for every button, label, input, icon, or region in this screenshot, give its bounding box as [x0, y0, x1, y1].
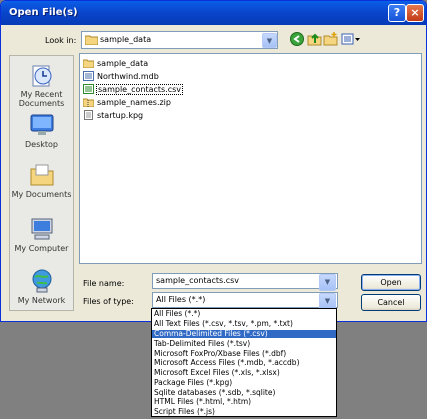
dropdown-option[interactable]: All Files (*.*): [152, 310, 336, 318]
file-name-input[interactable]: sample_contacts.csv ▼: [152, 273, 338, 291]
database-file-icon: [83, 71, 94, 81]
place-desktop[interactable]: Desktop: [10, 112, 73, 149]
cancel-button[interactable]: Cancel: [361, 294, 421, 311]
folder-icon: [84, 34, 99, 47]
file-name: sample_contacts.csv: [96, 83, 184, 95]
file-name-value: sample_contacts.csv: [156, 276, 240, 285]
csv-file-icon: [83, 84, 94, 94]
back-button[interactable]: [289, 32, 305, 48]
file-type-select[interactable]: All Files (*.*) ▼: [152, 292, 338, 310]
place-label: Desktop: [25, 140, 58, 149]
title-bar[interactable]: Open File(s) ? ×: [1, 1, 426, 25]
place-label: My Computer: [14, 244, 69, 253]
dropdown-option[interactable]: Script Files (*.js): [152, 408, 336, 416]
dropdown-option-highlighted[interactable]: Comma-Delimited Files (*.csv): [152, 330, 336, 338]
dropdown-option[interactable]: All Text Files (*.csv, *.tsv, *.pm, *.tx…: [152, 320, 336, 328]
dropdown-option[interactable]: Tab-Delimited Files (*.tsv): [152, 340, 336, 348]
new-folder-button[interactable]: [322, 32, 338, 48]
open-file-dialog: Open File(s) ? × Look in: sample_data ▼ …: [0, 0, 427, 322]
file-type-dropdown-list[interactable]: All Files (*.*) All Text Files (*.csv, *…: [151, 308, 337, 417]
dropdown-option[interactable]: HTML Files (*.html, *.htm): [152, 398, 336, 406]
look-in-label: Look in:: [45, 36, 77, 45]
view-menu-button[interactable]: [340, 32, 362, 48]
my-computer-icon: [29, 216, 55, 242]
file-list[interactable]: sample_data Northwind.mdb sample_contact…: [79, 53, 422, 264]
file-type-value: All Files (*.*): [156, 295, 206, 304]
look-in-combo[interactable]: sample_data ▼: [81, 31, 278, 49]
dropdown-option[interactable]: Microsoft Access Files (*.mdb, *.accdb): [152, 359, 336, 367]
my-network-icon: [29, 268, 55, 294]
places-bar: My Recent Documents Desktop My Documents…: [9, 55, 74, 311]
list-item[interactable]: sample_names.zip: [82, 97, 172, 109]
chevron-down-icon[interactable]: ▼: [262, 33, 277, 48]
folder-icon: [82, 58, 95, 69]
place-my-computer[interactable]: My Computer: [10, 216, 73, 253]
file-name: sample_data: [97, 58, 149, 68]
list-item[interactable]: sample_data: [82, 58, 149, 70]
look-in-value: sample_data: [100, 35, 152, 44]
list-item[interactable]: startup.kpg: [83, 110, 144, 122]
dropdown-option[interactable]: Microsoft Excel Files (*.xls, *.xlsx): [152, 369, 336, 377]
list-item[interactable]: Northwind.mdb: [83, 71, 160, 83]
dialog-title: Open File(s): [9, 7, 78, 18]
file-name-label: File name:: [83, 279, 125, 288]
desktop-icon: [29, 112, 55, 138]
dropdown-option[interactable]: Sqlite databases (*.sdb, *.sqlite): [152, 389, 336, 397]
place-label: My Recent Documents: [18, 90, 65, 108]
file-name: startup.kpg: [97, 110, 144, 120]
close-button[interactable]: ×: [406, 4, 424, 22]
up-folder-button[interactable]: [306, 32, 322, 48]
my-documents-icon: [29, 162, 55, 188]
zip-file-icon: [82, 97, 95, 108]
open-button[interactable]: Open: [361, 274, 421, 291]
help-button[interactable]: ?: [388, 4, 406, 22]
recent-documents-icon: [29, 62, 55, 88]
file-name: Northwind.mdb: [97, 71, 159, 81]
dropdown-option[interactable]: Package Files (*.kpg): [152, 379, 336, 387]
list-item[interactable]: sample_contacts.csv: [83, 83, 184, 96]
chevron-down-icon[interactable]: ▼: [319, 274, 336, 291]
document-file-icon: [83, 110, 94, 120]
place-my-documents[interactable]: My Documents: [10, 162, 73, 199]
place-label: My Documents: [11, 190, 72, 199]
place-my-network[interactable]: My Network: [10, 268, 73, 305]
place-label: My Network: [17, 296, 66, 305]
dropdown-option[interactable]: Microsoft FoxPro/Xbase Files (*.dbf): [152, 350, 336, 358]
file-type-label: Files of type:: [83, 297, 134, 306]
place-recent-documents[interactable]: My Recent Documents: [10, 62, 73, 108]
file-name: sample_names.zip: [97, 97, 171, 107]
